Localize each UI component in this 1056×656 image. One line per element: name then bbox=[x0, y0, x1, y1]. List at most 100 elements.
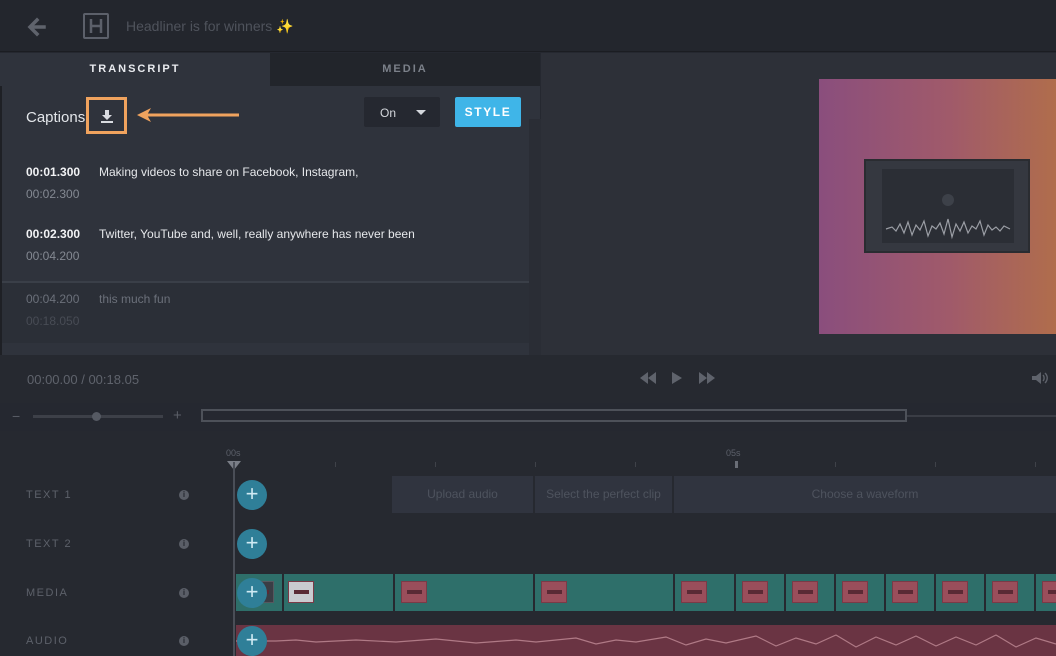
media-clip[interactable] bbox=[284, 574, 395, 611]
clip-thumbnail bbox=[792, 581, 818, 603]
clip-thumbnail bbox=[1042, 581, 1056, 603]
download-captions-button[interactable] bbox=[86, 97, 127, 134]
track-label-audio: AUDIO bbox=[26, 635, 69, 647]
caption-text[interactable]: Twitter, YouTube and, well, really anywh… bbox=[99, 227, 415, 241]
captions-toggle-select[interactable]: On bbox=[364, 97, 440, 127]
text-block[interactable]: Select the perfect clip bbox=[535, 476, 672, 513]
timeline-viewport-scrubber[interactable] bbox=[201, 409, 907, 422]
caption-start[interactable]: 00:02.300 bbox=[26, 227, 80, 241]
download-icon bbox=[100, 109, 113, 123]
captions-label: Captions bbox=[26, 109, 86, 126]
left-panel: TRANSCRIPT MEDIA Captions On STYLE 00:01… bbox=[0, 53, 542, 388]
media-clip[interactable] bbox=[836, 574, 886, 611]
audio-track[interactable] bbox=[236, 625, 1056, 656]
caption-text[interactable]: this much fun bbox=[99, 292, 170, 306]
caption-end[interactable]: 00:18.050 bbox=[26, 314, 79, 328]
track-label-text-1: TEXT 1 bbox=[26, 489, 73, 501]
ruler-label: 00s bbox=[226, 448, 241, 458]
track-label-text-2: TEXT 2 bbox=[26, 538, 73, 550]
waveform-placeholder bbox=[864, 159, 1030, 253]
clip-thumbnail bbox=[541, 581, 567, 603]
media-clip[interactable] bbox=[886, 574, 936, 611]
time-ruler[interactable]: 00s 05s bbox=[226, 431, 1056, 471]
ruler-label: 05s bbox=[726, 448, 741, 458]
ruler-tick bbox=[935, 462, 936, 467]
info-icon[interactable]: i bbox=[179, 636, 189, 646]
captions-toggle-value: On bbox=[380, 106, 397, 120]
info-icon[interactable]: i bbox=[179, 539, 189, 549]
volume-icon[interactable] bbox=[1031, 371, 1049, 390]
media-clip[interactable] bbox=[936, 574, 986, 611]
media-clip[interactable] bbox=[1036, 574, 1056, 611]
zoom-row: − + bbox=[0, 403, 1056, 431]
text-block[interactable]: Choose a waveform bbox=[674, 476, 1056, 513]
add-media-button[interactable]: + bbox=[237, 578, 267, 608]
playhead[interactable] bbox=[233, 462, 235, 656]
clip-thumbnail bbox=[992, 581, 1018, 603]
ruler-tick bbox=[435, 462, 436, 467]
info-icon[interactable]: i bbox=[179, 490, 189, 500]
panel-tabs: TRANSCRIPT MEDIA bbox=[0, 53, 540, 86]
info-icon[interactable]: i bbox=[179, 588, 189, 598]
text-block[interactable]: Upload audio bbox=[392, 476, 533, 513]
ruler-tick bbox=[835, 462, 836, 467]
video-canvas[interactable] bbox=[819, 79, 1056, 334]
clip-thumbnail bbox=[288, 581, 314, 603]
zoom-slider-handle[interactable] bbox=[92, 412, 101, 421]
caption-row[interactable]: 00:04.200 00:18.050 this much fun bbox=[2, 281, 532, 343]
media-clip[interactable] bbox=[736, 574, 786, 611]
project-title[interactable]: Headliner is for winners ✨ bbox=[126, 18, 294, 35]
caption-end[interactable]: 00:04.200 bbox=[26, 249, 79, 263]
caption-start[interactable]: 00:01.300 bbox=[26, 165, 80, 179]
back-arrow-icon[interactable] bbox=[24, 14, 50, 40]
add-text-1-button[interactable]: + bbox=[237, 480, 267, 510]
clip-thumbnail bbox=[892, 581, 918, 603]
annotation-arrow bbox=[137, 108, 239, 122]
clip-thumbnail bbox=[842, 581, 868, 603]
preview-area bbox=[541, 53, 1056, 355]
zoom-out-icon[interactable]: − bbox=[12, 408, 20, 424]
caption-text[interactable]: Making videos to share on Facebook, Inst… bbox=[99, 165, 358, 179]
caption-end[interactable]: 00:02.300 bbox=[26, 187, 79, 201]
tab-media[interactable]: MEDIA bbox=[270, 53, 540, 86]
fast-forward-icon[interactable] bbox=[699, 372, 715, 387]
track-label-media: MEDIA bbox=[26, 587, 69, 599]
zoom-in-icon[interactable]: + bbox=[173, 407, 182, 424]
play-icon[interactable] bbox=[671, 372, 683, 387]
rewind-icon[interactable] bbox=[640, 372, 656, 387]
ruler-tick bbox=[335, 462, 336, 467]
timeline-overview-track[interactable] bbox=[907, 415, 1056, 417]
add-audio-button[interactable]: + bbox=[237, 626, 267, 656]
timecode: 00:00.00 / 00:18.05 bbox=[27, 372, 140, 387]
logo-icon[interactable] bbox=[83, 13, 109, 39]
audio-waveform bbox=[236, 634, 1056, 648]
transport-bar: 00:00.00 / 00:18.05 bbox=[0, 355, 1056, 403]
media-track[interactable] bbox=[236, 574, 1056, 611]
transcript-panel: Captions On STYLE 00:01.300 00:02.300 Ma… bbox=[0, 86, 542, 388]
ruler-tick bbox=[735, 461, 738, 468]
media-clip[interactable] bbox=[986, 574, 1036, 611]
caption-row[interactable]: 00:02.300 00:04.200 Twitter, YouTube and… bbox=[2, 227, 532, 289]
timeline: 00s 05s TEXT 1 i TEXT 2 i MEDIA i AUDIO … bbox=[0, 431, 1056, 656]
style-button[interactable]: STYLE bbox=[455, 97, 521, 127]
ruler-tick bbox=[535, 462, 536, 467]
caption-row[interactable]: 00:01.300 00:02.300 Making videos to sha… bbox=[2, 165, 532, 227]
clip-thumbnail bbox=[742, 581, 768, 603]
waveform-frame bbox=[882, 169, 1014, 243]
ruler-tick bbox=[1035, 462, 1036, 467]
media-clip[interactable] bbox=[786, 574, 836, 611]
waveform-icon bbox=[885, 194, 1011, 240]
ruler-tick bbox=[635, 462, 636, 467]
app: Headliner is for winners ✨ TRANSCRIPT MED… bbox=[0, 0, 1056, 656]
add-text-2-button[interactable]: + bbox=[237, 529, 267, 559]
media-clip[interactable] bbox=[675, 574, 736, 611]
sparkle-icon: ✨ bbox=[276, 18, 294, 34]
top-bar: Headliner is for winners ✨ bbox=[0, 0, 1056, 52]
clip-thumbnail bbox=[681, 581, 707, 603]
caption-start[interactable]: 00:04.200 bbox=[26, 292, 79, 306]
media-clip[interactable] bbox=[535, 574, 675, 611]
media-clip[interactable] bbox=[395, 574, 535, 611]
clip-thumbnail bbox=[401, 581, 427, 603]
tab-transcript[interactable]: TRANSCRIPT bbox=[0, 53, 270, 86]
clip-thumbnail bbox=[942, 581, 968, 603]
